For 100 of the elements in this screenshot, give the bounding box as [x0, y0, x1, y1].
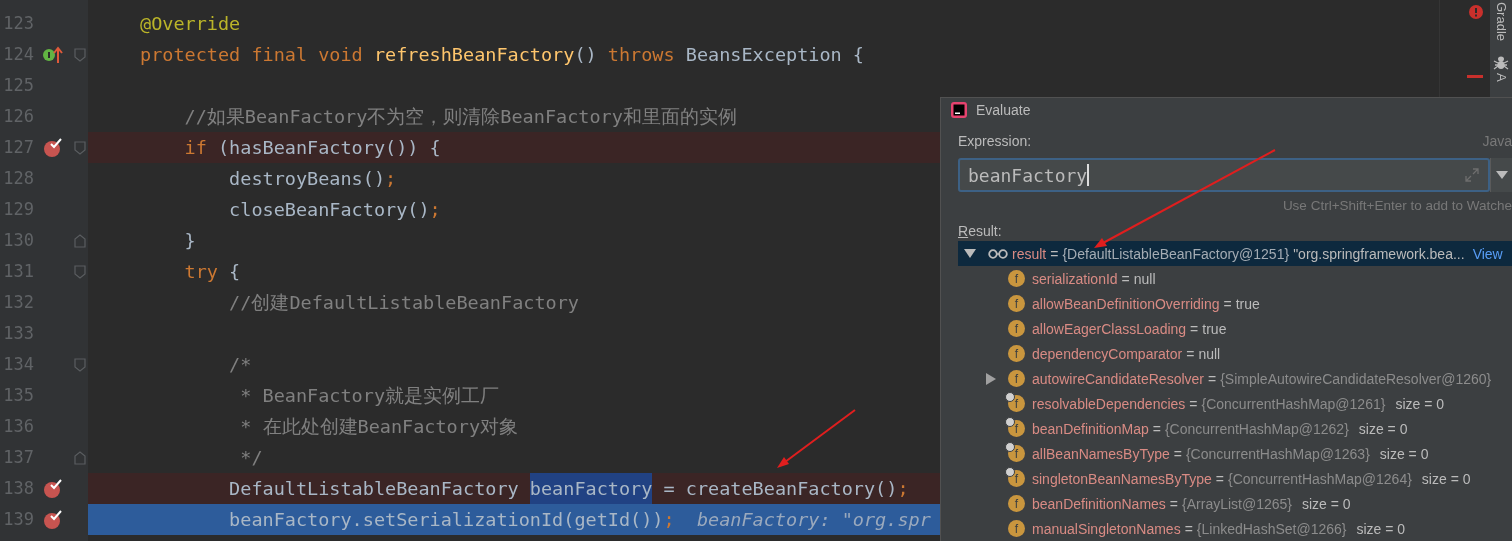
implements-icon[interactable] — [42, 45, 64, 64]
string-value: "org.springframework.bea... — [1293, 245, 1465, 262]
tool-window-tab[interactable]: Gradle — [1493, 2, 1509, 42]
code-text: DefaultListableBeanFactory — [228, 477, 520, 501]
result-label: Result: — [958, 223, 1003, 239]
breakpoint-icon[interactable] — [43, 137, 63, 158]
glasses-icon — [988, 248, 1008, 259]
code-text: @Override — [140, 12, 241, 36]
ant-icon[interactable] — [1493, 55, 1509, 72]
code-text: * 在此处创建BeanFactory对象 — [239, 415, 519, 439]
collection-size: size = 0 — [1395, 395, 1445, 412]
fold-icon[interactable] — [73, 139, 87, 156]
code-text: try — [183, 260, 218, 284]
field-value: {ConcurrentHashMap@1261} — [1201, 395, 1386, 412]
fold-icon[interactable] — [73, 356, 87, 373]
field-icon: f — [1008, 295, 1025, 312]
view-link[interactable]: View — [1472, 245, 1503, 262]
collection-size: size = 0 — [1302, 495, 1351, 512]
field-icon: f — [1008, 495, 1025, 512]
collection-size: size = 0 — [1356, 520, 1406, 537]
field-name: allowEagerClassLoading — [1032, 320, 1187, 337]
field-icon: f — [1008, 370, 1025, 387]
field-icon: f — [1008, 345, 1025, 362]
field-icon: f — [1008, 445, 1025, 462]
field-value: null — [1198, 345, 1221, 362]
equals-sign: = — [1121, 270, 1130, 287]
tool-window-tab[interactable]: A — [1493, 73, 1509, 82]
equals-sign: = — [1190, 320, 1199, 337]
field-value: {LinkedHashSet@1266} — [1196, 520, 1347, 537]
code-text: } — [183, 229, 196, 253]
field-name: resolvableDependencies — [1032, 395, 1186, 412]
variable-name: result — [1012, 245, 1047, 262]
field-icon: f — [1008, 470, 1025, 487]
expand-icon[interactable] — [1464, 167, 1480, 183]
dialog-title: Evaluate — [976, 102, 1031, 118]
breakpoint-icon[interactable] — [43, 509, 63, 530]
field-icon: f — [1008, 320, 1025, 337]
field-value: true — [1235, 295, 1260, 312]
caret-icon — [1495, 171, 1508, 179]
field-name: allBeanNamesByType — [1032, 445, 1170, 462]
code-text: beanFactory.setSerializationId(getId()) — [228, 508, 664, 532]
field-icon: f — [1008, 520, 1025, 537]
shortcut-hint: Use Ctrl+Shift+Enter to add to Watche — [1282, 198, 1512, 213]
code-text: closeBeanFactory() — [228, 198, 430, 222]
field-name: manualSingletonNames — [1032, 520, 1181, 537]
field-name: serializationId — [1032, 270, 1118, 287]
field-value: {SimpleAutowireCandidateResolver@1260} — [1220, 370, 1492, 387]
history-dropdown-button[interactable] — [1490, 158, 1512, 192]
code-text: refreshBeanFactory — [373, 43, 575, 67]
field-name: allowBeanDefinitionOverriding — [1032, 295, 1220, 312]
code-text: protected final void — [140, 43, 364, 67]
code-text: /* — [228, 353, 252, 377]
field-name: dependencyComparator — [1032, 345, 1183, 362]
fold-icon[interactable] — [73, 263, 87, 280]
field-value: {ConcurrentHashMap@1264} — [1227, 470, 1412, 487]
code-text: if — [183, 136, 207, 160]
tree-row[interactable]: result = {DefaultListableBeanFactory@1251} "org.springframework.bea... View — [958, 241, 1512, 266]
collection-size: size = 0 — [1421, 470, 1471, 487]
field-value: true — [1202, 320, 1227, 337]
app-logo-icon — [951, 102, 967, 118]
field-name: beanDefinitionMap — [1032, 420, 1149, 437]
field-value: {ConcurrentHashMap@1263} — [1185, 445, 1370, 462]
code-text: */ — [239, 446, 263, 470]
code-text: { — [228, 260, 241, 284]
field-value: {ConcurrentHashMap@1262} — [1164, 420, 1349, 437]
field-icon: f — [1008, 270, 1025, 287]
equals-sign: = — [1215, 470, 1224, 487]
expression-label: Expression: — [958, 133, 1032, 149]
equals-sign: = — [1186, 345, 1195, 362]
collection-size: size = 0 — [1379, 445, 1429, 462]
field-value: null — [1133, 270, 1156, 287]
code-text: //创建DefaultListableBeanFactory — [228, 291, 579, 315]
code-text: destroyBeans() — [228, 167, 386, 191]
breakpoint-icon[interactable] — [43, 478, 63, 499]
equals-sign: = — [1223, 295, 1232, 312]
fold-icon[interactable] — [73, 46, 87, 63]
code-text: ; — [429, 198, 441, 222]
code-text: * BeanFactory就是实例工厂 — [239, 384, 500, 408]
code-text: () — [574, 43, 598, 67]
code-text: BeansException { — [685, 43, 864, 67]
field-value: {ArrayList@1265} — [1182, 495, 1292, 512]
expression-field[interactable]: beanFactory — [958, 158, 1490, 192]
fold-icon[interactable] — [73, 232, 87, 249]
field-name: singletonBeanNamesByType — [1032, 470, 1212, 487]
code-text: ; — [663, 508, 675, 532]
expand-arrow-icon[interactable] — [986, 372, 996, 385]
equals-sign: = — [1208, 370, 1217, 387]
code-text: //如果BeanFactory不为空，则清除BeanFactory和里面的实例 — [183, 105, 737, 129]
equals-sign: = — [1050, 245, 1059, 262]
equals-sign: = — [1173, 445, 1182, 462]
field-icon: f — [1008, 420, 1025, 437]
expand-arrow-icon[interactable] — [964, 249, 976, 258]
error-icon[interactable] — [1469, 5, 1483, 19]
equals-sign: = — [1189, 395, 1198, 412]
inline-value-hint: beanFactory: "org.spr — [695, 508, 931, 532]
field-name: autowireCandidateResolver — [1032, 370, 1204, 387]
highlighted-identifier: beanFactory — [529, 473, 653, 504]
equals-sign: = — [1184, 520, 1193, 537]
code-text: = createBeanFactory() — [662, 477, 898, 501]
fold-icon[interactable] — [73, 449, 87, 466]
